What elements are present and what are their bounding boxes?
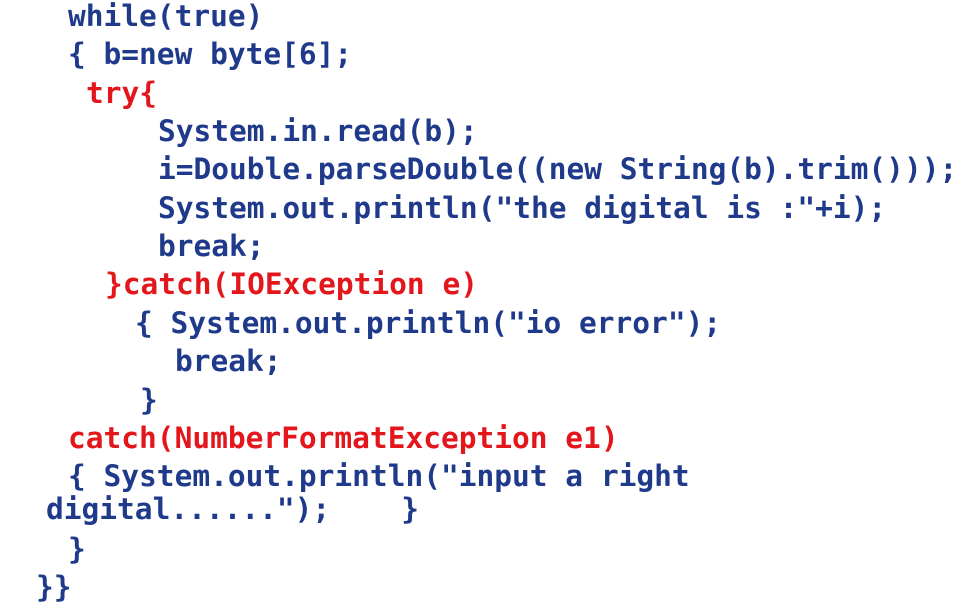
code-text: digital......"); } xyxy=(46,492,419,526)
code-line: }catch(IOException e) xyxy=(105,265,478,303)
code-line: } xyxy=(68,530,86,568)
code-text: { System.out.println("input a right xyxy=(68,459,690,493)
code-text: } xyxy=(68,532,86,566)
code-text: System.out.println("the digital is :"+i)… xyxy=(158,191,887,225)
code-line: { System.out.println("io error"); xyxy=(135,304,721,342)
code-text: i=Double.parseDouble((new String(b).trim… xyxy=(158,152,958,186)
code-text: { System.out.println("io error"); xyxy=(135,306,722,340)
code-line: } xyxy=(140,381,158,419)
code-listing: while(true) { b=new byte[6]; try{System.in… xyxy=(0,0,975,605)
code-keyword: try{ xyxy=(86,76,158,110)
code-text: break; xyxy=(158,229,265,263)
code-line: try{ xyxy=(86,74,157,112)
code-line: break; xyxy=(175,342,282,380)
code-text: } xyxy=(140,383,158,417)
code-text: while(true) xyxy=(68,0,264,33)
code-line: catch(NumberFormatException e1) xyxy=(68,419,619,457)
code-line: System.out.println("the digital is :"+i)… xyxy=(158,189,886,227)
code-keyword: }catch(IOException e) xyxy=(105,267,478,301)
code-text: { b=new byte[6]; xyxy=(68,37,353,71)
code-line: System.in.read(b); xyxy=(158,112,478,150)
code-line: digital......"); } xyxy=(46,490,419,528)
code-text: System.in.read(b); xyxy=(158,114,478,148)
code-line: }} xyxy=(36,568,72,606)
code-keyword: catch(NumberFormatException e1) xyxy=(68,421,619,455)
code-line: i=Double.parseDouble((new String(b).trim… xyxy=(158,150,957,188)
code-line: while(true) xyxy=(68,0,263,35)
code-text: }} xyxy=(36,570,72,604)
code-line: { b=new byte[6]; xyxy=(68,35,352,73)
code-line: break; xyxy=(158,227,265,265)
code-text: break; xyxy=(175,344,282,378)
